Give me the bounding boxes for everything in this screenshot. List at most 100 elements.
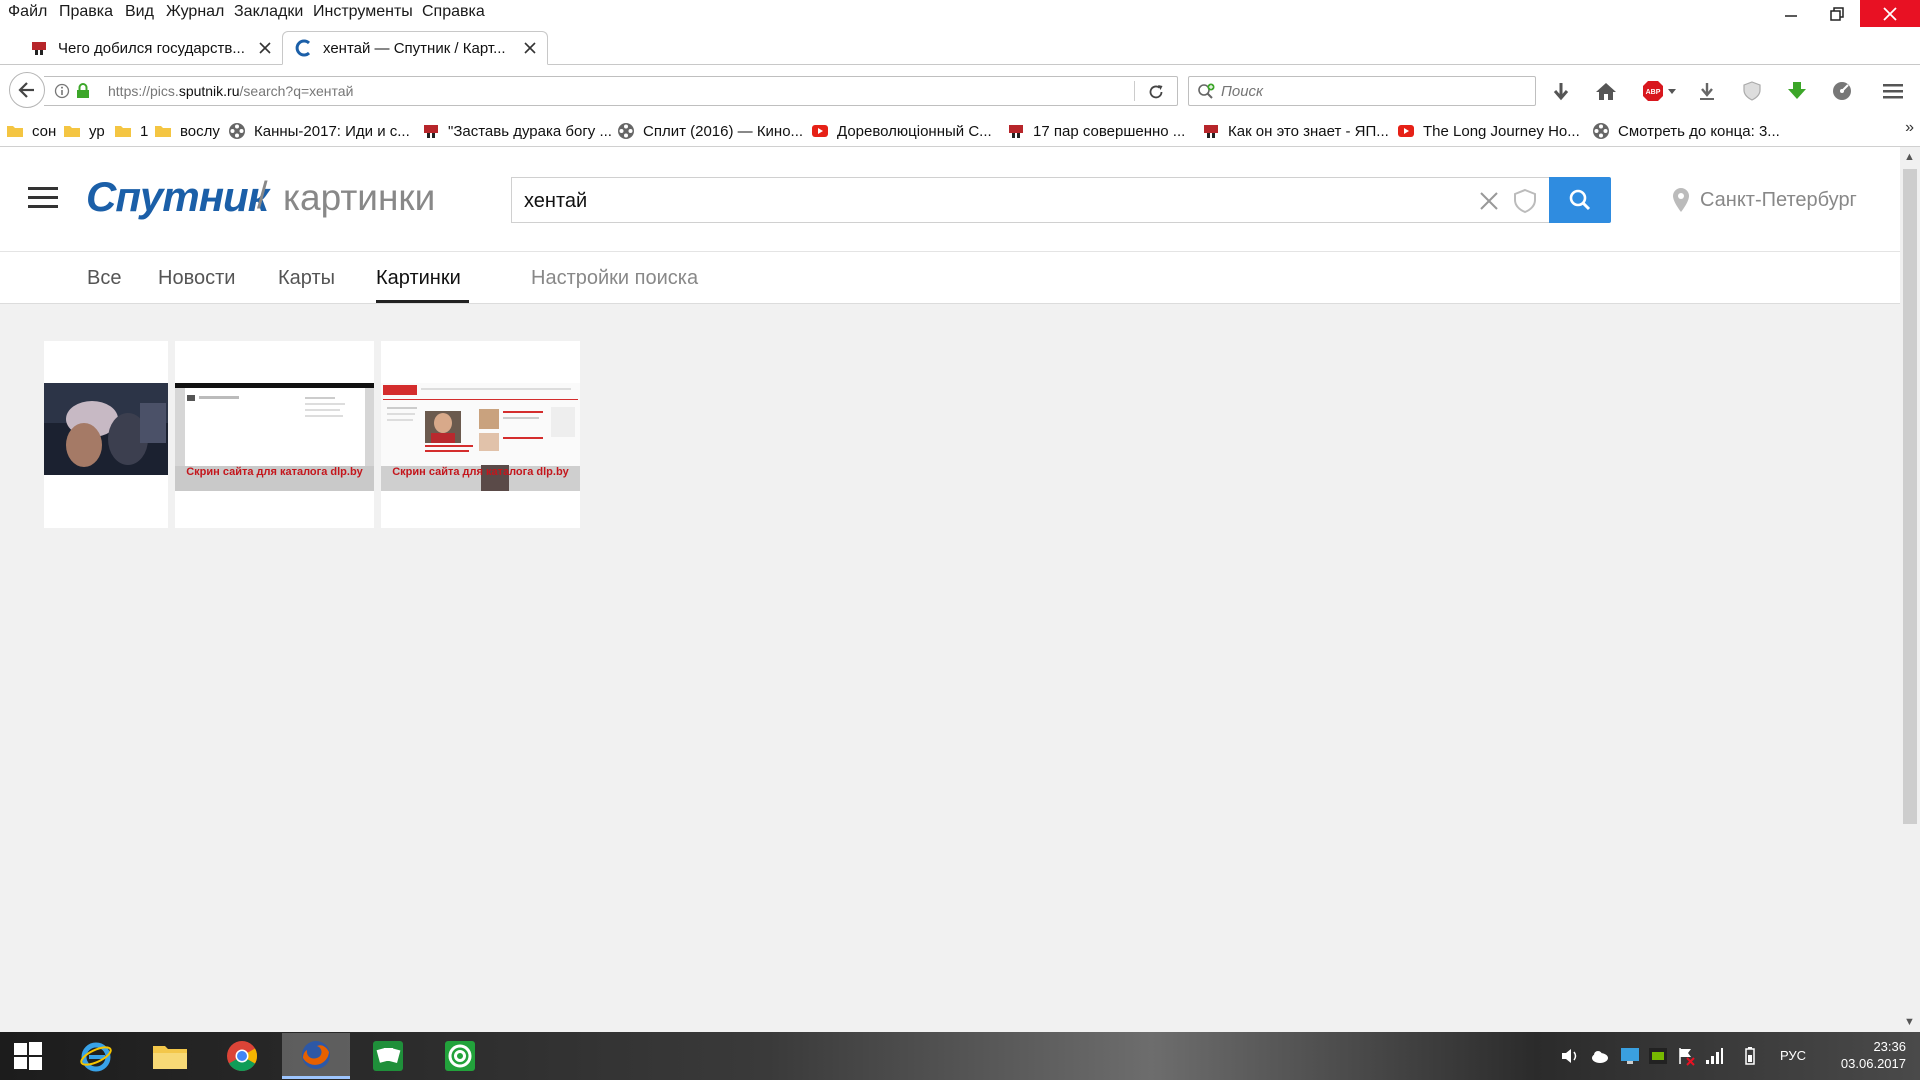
folder-icon <box>155 126 171 137</box>
menu-file[interactable]: Файл <box>8 3 47 21</box>
active-tab-indicator <box>376 300 469 303</box>
bookmark-link[interactable]: 17 пар совершенно ... <box>1007 121 1185 141</box>
browser-search-input[interactable] <box>1221 81 1521 101</box>
bookmark-folder[interactable]: 1 <box>114 121 148 141</box>
reload-icon[interactable] <box>1147 83 1165 101</box>
network-monitor-icon[interactable] <box>1620 1046 1640 1066</box>
back-button[interactable] <box>9 72 45 108</box>
signal-bars-icon[interactable] <box>1704 1046 1724 1066</box>
minimize-button[interactable] <box>1768 0 1814 27</box>
tab-images[interactable]: Картинки <box>376 267 461 290</box>
image-result[interactable]: Скрин сайта для каталога dlp.by <box>175 341 374 528</box>
scroll-up-arrow-icon[interactable]: ▲ <box>1904 151 1915 163</box>
tab-news[interactable]: Новости <box>158 267 235 290</box>
menu-tools[interactable]: Инструменты <box>313 3 413 21</box>
bookmark-folder[interactable]: сон <box>6 121 56 141</box>
site-search-button[interactable] <box>1549 177 1611 223</box>
volume-icon[interactable] <box>1560 1046 1580 1066</box>
close-window-button[interactable] <box>1860 0 1920 27</box>
lock-icon[interactable] <box>76 83 90 99</box>
page-scrollbar[interactable]: ▲ ▼ <box>1900 147 1920 1032</box>
nvidia-icon[interactable] <box>1648 1046 1668 1066</box>
info-icon[interactable] <box>54 83 70 99</box>
bookmark-link[interactable]: Смотреть до конца: 3... <box>1592 121 1780 141</box>
bookmark-link[interactable]: Канны-2017: Иди и с... <box>228 121 410 141</box>
adblock-icon: ABP <box>1643 81 1676 101</box>
search-vertical-tabs: Все Новости Карты Картинки Настройки пои… <box>0 252 1900 304</box>
green-download-button[interactable] <box>1784 78 1810 104</box>
menu-bar: Файл Правка Вид Журнал Закладки Инструме… <box>0 0 1920 27</box>
window-controls <box>1768 0 1920 27</box>
section-title[interactable]: картинки <box>283 177 435 219</box>
scrollbar-thumb[interactable] <box>1903 169 1917 824</box>
clear-search-icon[interactable] <box>1478 190 1500 212</box>
bookmarks-overflow-button[interactable]: » <box>1905 119 1914 137</box>
tab-label: хентай — Спутник / Карт... <box>323 39 506 57</box>
scroll-down-arrow-icon[interactable]: ▼ <box>1904 1016 1915 1028</box>
bookmark-link[interactable]: Сплит (2016) — Кино... <box>617 121 803 141</box>
location-selector[interactable]: Санкт-Петербург <box>1672 187 1857 213</box>
start-button[interactable] <box>0 1033 56 1079</box>
taskbar-internet-explorer[interactable] <box>62 1033 130 1079</box>
search-icon <box>1198 83 1215 99</box>
site-search-box[interactable] <box>511 177 1549 223</box>
safe-search-shield-icon[interactable] <box>1512 188 1538 214</box>
downloads-arrow-button[interactable] <box>1548 78 1574 104</box>
close-tab-icon[interactable] <box>258 41 272 55</box>
home-button[interactable] <box>1593 78 1619 104</box>
cloud-icon[interactable] <box>1590 1046 1610 1066</box>
youtube-icon <box>1398 125 1414 137</box>
result-watermark-caption: Скрин сайта для каталога dlp.by <box>186 466 363 478</box>
system-clock[interactable]: 23:36 03.06.2017 <box>1820 1038 1906 1072</box>
site-logo[interactable]: Спутник <box>86 173 269 221</box>
menu-help[interactable]: Справка <box>422 3 485 21</box>
shield-icon <box>1743 81 1761 101</box>
tab-bar: Чего добился государств... хентай — Спут… <box>0 27 1920 83</box>
internet-explorer-icon <box>80 1042 112 1072</box>
pikabu-favicon-icon <box>1204 125 1218 138</box>
bookmark-folder[interactable]: вослу <box>154 121 220 141</box>
site-menu-button[interactable] <box>28 187 58 209</box>
folder-icon <box>7 126 23 137</box>
bookmark-link[interactable]: Дореволюціонный С... <box>811 121 992 141</box>
menu-view[interactable]: Вид <box>125 3 154 21</box>
site-search-input[interactable] <box>524 188 1424 214</box>
url-bar[interactable]: https://pics.sputnik.ru/search?q=хентай <box>44 76 1178 106</box>
menu-edit[interactable]: Правка <box>59 3 113 21</box>
bookmark-link[interactable]: The Long Journey Ho... <box>1397 121 1580 141</box>
tab-all[interactable]: Все <box>87 267 121 290</box>
bookmark-folder[interactable]: ур <box>63 121 105 141</box>
action-center-flag-icon[interactable] <box>1676 1046 1696 1066</box>
bookmark-link[interactable]: "Заставь дурака богу ... <box>422 121 612 141</box>
menu-history[interactable]: Журнал <box>166 3 224 21</box>
tab-pikabu[interactable]: Чего добился государств... <box>18 31 282 65</box>
taskbar-firefox[interactable] <box>282 1033 350 1079</box>
at-sign-icon <box>445 1041 475 1071</box>
download-icon <box>1700 83 1714 100</box>
taskbar-mail-agent[interactable] <box>426 1033 494 1079</box>
taskbar-solitaire[interactable] <box>354 1033 422 1079</box>
search-settings-link[interactable]: Настройки поиска <box>531 267 698 290</box>
image-result[interactable]: Скрин сайта для каталога dlp.by <box>381 341 580 528</box>
adblock-button[interactable]: ABP <box>1640 78 1680 104</box>
download-manager-button[interactable] <box>1694 78 1720 104</box>
speed-extension-button[interactable] <box>1829 78 1855 104</box>
close-icon <box>1883 6 1897 21</box>
taskbar-chrome[interactable] <box>208 1033 276 1079</box>
image-result[interactable] <box>44 341 168 528</box>
input-language-indicator[interactable]: РУС <box>1780 1048 1806 1063</box>
tab-maps[interactable]: Карты <box>278 267 335 290</box>
clock-date: 03.06.2017 <box>1840 1056 1906 1071</box>
open-menu-button[interactable] <box>1880 78 1906 104</box>
shield-extension-button[interactable] <box>1739 78 1765 104</box>
browser-search-box[interactable] <box>1188 76 1536 106</box>
battery-icon[interactable] <box>1740 1046 1760 1066</box>
menu-bookmarks[interactable]: Закладки <box>234 3 303 21</box>
restore-button[interactable] <box>1814 0 1860 27</box>
taskbar-file-explorer[interactable] <box>136 1033 204 1079</box>
bookmark-link[interactable]: Как он это знает - ЯП... <box>1202 121 1389 141</box>
folder-icon <box>153 1046 187 1069</box>
tab-sputnik[interactable]: хентай — Спутник / Карт... <box>282 31 548 65</box>
tab-label: Чего добился государств... <box>58 39 245 57</box>
close-tab-icon[interactable] <box>523 41 537 55</box>
